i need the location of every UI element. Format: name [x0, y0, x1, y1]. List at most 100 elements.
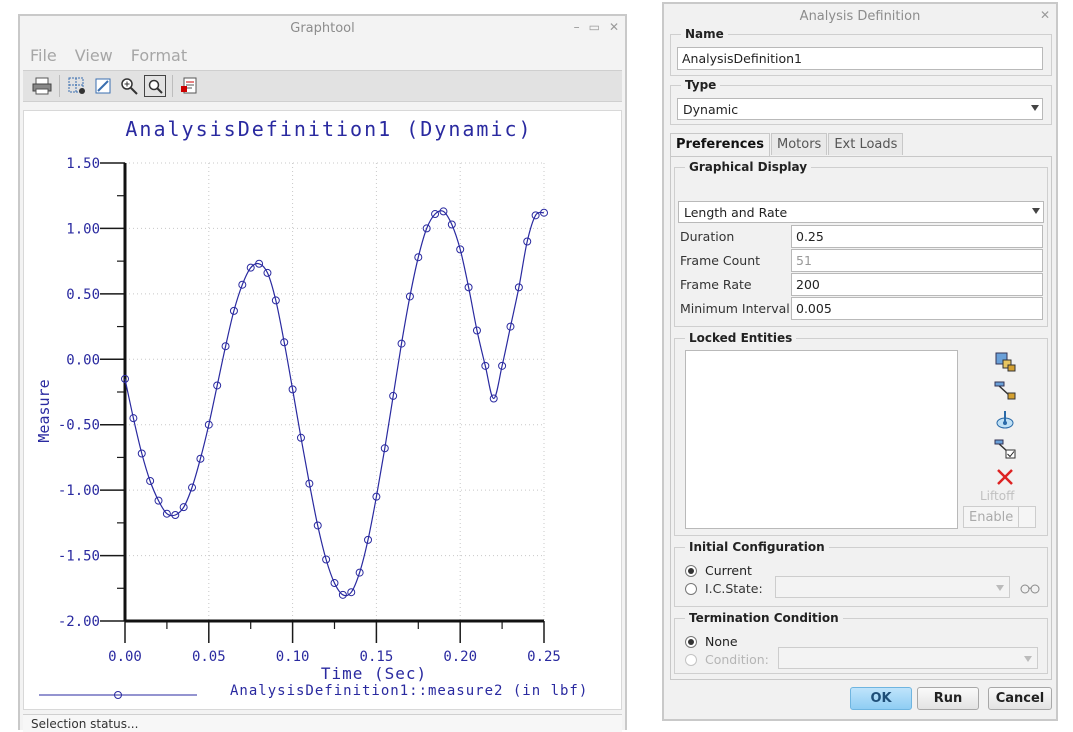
frame-rate-input[interactable]: 200 — [791, 273, 1043, 296]
current-label: Current — [705, 563, 752, 578]
tab-ext-loads[interactable]: Ext Loads — [828, 133, 904, 155]
menu-view[interactable]: View — [75, 46, 113, 65]
print-icon[interactable] — [31, 75, 53, 97]
frame-count-input: 51 — [791, 249, 1043, 272]
series-group — [121, 207, 548, 599]
measure-chart: AnalysisDefinition1 (Dynamic) Measure Ti… — [35, 117, 588, 699]
display-mode-select[interactable]: Length and Rate — [678, 201, 1044, 223]
lock-motion-icon[interactable] — [994, 409, 1016, 431]
y-tick-label: 1.00 — [66, 221, 100, 237]
close-icon[interactable]: ✕ — [609, 20, 619, 34]
frame-rate-label: Frame Rate — [680, 277, 752, 292]
zoom-in-icon[interactable] — [118, 75, 140, 97]
series-line — [124, 210, 545, 597]
locked-entities-label: Locked Entities — [685, 331, 797, 345]
tab-motors[interactable]: Motors — [770, 133, 828, 155]
type-select-value: Dynamic — [683, 102, 739, 117]
name-label: Name — [681, 27, 728, 41]
preferences-panel: Graphical Display Length and Rate Durati… — [670, 156, 1052, 680]
analysis-titlebar[interactable]: Analysis Definition ✕ — [664, 4, 1056, 28]
chevron-down-icon — [996, 585, 1004, 591]
enable-dropdown: Enable — [963, 506, 1036, 528]
status-bar: Selection status... — [23, 714, 622, 732]
liftoff-label: Liftoff — [980, 489, 1015, 503]
duration-label: Duration — [680, 229, 735, 244]
display-mode-value: Length and Rate — [684, 205, 788, 220]
locked-entities-list[interactable] — [685, 350, 958, 529]
min-interval-label: Minimum Interval — [680, 301, 790, 316]
chevron-down-icon — [1018, 507, 1035, 527]
min-interval-input[interactable]: 0.005 — [791, 297, 1043, 320]
run-button[interactable]: Run — [917, 687, 979, 710]
ic-state-label: I.C.State: — [705, 581, 763, 596]
status-text: Selection status... — [31, 717, 139, 731]
axis-ticks: 1.50 1.00 0.50 0.00 -0.50 -1.00 -1.50 -2.00 0.00… — [58, 156, 561, 665]
legend: AnalysisDefinition1::measure2 (in lbf) — [39, 683, 588, 699]
graphtool-titlebar[interactable]: Graphtool – ▭ ✕ — [20, 16, 625, 40]
zoom-fit-icon[interactable] — [144, 75, 166, 97]
type-select[interactable]: Dynamic — [677, 98, 1043, 120]
ic-state-select — [775, 576, 1010, 598]
graph-format-icon[interactable] — [92, 75, 114, 97]
frame-count-label: Frame Count — [680, 253, 761, 268]
x-tick-label: 0.20 — [443, 649, 477, 665]
menu-file[interactable]: File — [30, 46, 57, 65]
y-tick-label: 0.50 — [66, 287, 100, 303]
export-pdf-icon[interactable] — [179, 75, 201, 97]
ic-state-radio[interactable] — [685, 583, 697, 595]
duration-input[interactable]: 0.25 — [791, 225, 1043, 248]
x-axis-label: Time (Sec) — [321, 664, 427, 683]
current-radio[interactable] — [685, 565, 697, 577]
name-input[interactable]: AnalysisDefinition1 — [677, 47, 1043, 70]
graph-toolbar — [23, 70, 622, 102]
y-tick-label: -1.00 — [58, 483, 100, 499]
termination-condition-group: Termination Condition None Condition: — [674, 611, 1048, 674]
ok-button[interactable]: OK — [850, 687, 912, 710]
condition-select — [778, 647, 1038, 669]
none-radio[interactable] — [685, 636, 697, 648]
legend-label: AnalysisDefinition1::measure2 (in lbf) — [230, 683, 588, 699]
condition-radio — [685, 654, 697, 666]
tab-preferences[interactable]: Preferences — [670, 133, 770, 157]
y-tick-label: 0.00 — [66, 352, 100, 368]
delete-icon[interactable] — [994, 466, 1016, 488]
type-label: Type — [681, 78, 721, 92]
y-axis-label: Measure — [35, 379, 53, 442]
enable-lock-icon[interactable] — [994, 438, 1016, 460]
graphical-display-group: Graphical Display Length and Rate Durati… — [674, 160, 1048, 327]
toolbar-separator — [172, 75, 173, 97]
menubar: File View Format — [20, 40, 625, 70]
minimize-icon[interactable]: – — [574, 20, 580, 34]
grid-view-icon[interactable] — [66, 75, 88, 97]
chevron-down-icon — [1024, 656, 1032, 662]
chevron-down-icon — [1032, 208, 1040, 214]
name-group: Name AnalysisDefinition1 — [670, 27, 1052, 76]
maximize-icon[interactable]: ▭ — [589, 20, 600, 34]
y-tick-label: -2.00 — [58, 614, 100, 630]
toolbar-separator — [59, 75, 60, 97]
termination-label: Termination Condition — [685, 611, 843, 625]
locked-entities-group: Locked Entities Liftoff Enable — [674, 331, 1048, 536]
graphical-display-label: Graphical Display — [685, 160, 812, 174]
tab-bar: Preferences Motors Ext Loads — [670, 133, 904, 157]
menu-format[interactable]: Format — [131, 46, 187, 65]
x-tick-label: 0.25 — [527, 649, 561, 665]
graphtool-window: Graphtool – ▭ ✕ File View Format Analysi… — [18, 14, 627, 732]
initial-configuration-group: Initial Configuration Current I.C.State: — [674, 540, 1048, 607]
plot-area[interactable]: AnalysisDefinition1 (Dynamic) Measure Ti… — [23, 110, 622, 710]
close-icon[interactable]: ✕ — [1040, 8, 1050, 22]
analysis-title: Analysis Definition — [799, 8, 921, 24]
grid-lines — [124, 162, 545, 622]
cancel-button[interactable]: Cancel — [988, 687, 1052, 710]
type-group: Type Dynamic — [670, 78, 1052, 125]
condition-label: Condition: — [705, 652, 769, 667]
graphtool-title: Graphtool — [290, 20, 355, 36]
enable-label: Enable — [969, 510, 1014, 525]
analysis-definition-dialog: Analysis Definition ✕ Name AnalysisDefin… — [662, 2, 1058, 721]
none-label: None — [705, 634, 738, 649]
lock-body-icon[interactable] — [994, 351, 1016, 373]
initial-config-label: Initial Configuration — [685, 540, 829, 554]
x-tick-label: 0.10 — [276, 649, 310, 665]
glasses-icon[interactable] — [1019, 577, 1041, 599]
lock-connection-icon[interactable] — [994, 380, 1016, 402]
